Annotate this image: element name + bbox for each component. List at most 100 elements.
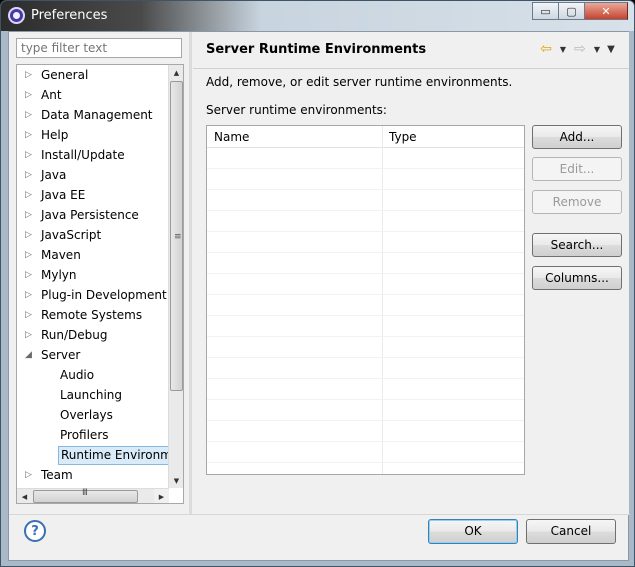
collapsed-arrow-icon[interactable]: ▷ [25,245,35,265]
collapsed-arrow-icon[interactable]: ▷ [25,165,35,185]
add-button[interactable]: Add... [532,125,622,149]
forward-history-dropdown-icon[interactable]: ▼ [591,45,603,54]
page-navigation: ⇦ ▼ ⇨ ▼ ▼ [537,41,617,57]
runtime-environments-table[interactable]: Name Type [206,125,525,475]
minimize-button[interactable]: ▭ [532,2,558,20]
tree-item[interactable]: Audio [17,365,169,385]
tree-item-label: Java EE [41,188,86,202]
column-header-type[interactable]: Type [389,130,417,144]
table-row[interactable] [207,358,524,379]
cancel-button[interactable]: Cancel [526,519,616,544]
table-row[interactable] [207,148,524,169]
table-row[interactable] [207,295,524,316]
tree-item[interactable]: ▷ Plug-in Development [17,285,169,305]
tree-item[interactable]: ▷ Java [17,165,169,185]
remove-button[interactable]: Remove [532,190,622,214]
collapsed-arrow-icon[interactable]: ▷ [25,265,35,285]
collapsed-arrow-icon[interactable]: ▷ [25,125,35,145]
tree-item[interactable]: ▷ JavaScript [17,225,169,245]
back-arrow-icon[interactable]: ⇦ [537,41,555,57]
column-header-name[interactable]: Name [214,130,249,144]
scroll-right-arrow-icon[interactable]: ▶ [154,489,169,503]
tree-item[interactable]: Profilers [17,425,169,445]
tree-item[interactable]: ▷ Team [17,465,169,485]
table-row[interactable] [207,211,524,232]
table-row[interactable] [207,400,524,421]
forward-arrow-icon[interactable]: ⇨ [571,41,589,57]
scroll-down-arrow-icon[interactable]: ▼ [169,473,183,488]
table-row[interactable] [207,337,524,358]
tree-item-label: Ant [41,88,62,102]
tree-horizontal-scrollbar[interactable]: ◀ III ▶ [17,488,169,503]
tree-item-label: Data Management [41,108,153,122]
window-title: Preferences [31,8,108,23]
expanded-arrow-icon[interactable]: ◢ [25,345,35,365]
vertical-scroll-thumb[interactable]: ≡ [170,81,183,391]
tree-item[interactable]: ▷ Maven [17,245,169,265]
collapsed-arrow-icon[interactable]: ▷ [25,145,35,165]
tree-item[interactable]: ▷ Java Persistence [17,205,169,225]
tree-item[interactable]: ◢ Server [17,345,169,365]
tree-vertical-scrollbar[interactable]: ▲ ≡ ▼ [168,65,183,488]
tree-item[interactable]: ▷ Help [17,125,169,145]
search-button[interactable]: Search... [532,233,622,257]
tree-item-label: Run/Debug [41,328,108,342]
columns-button[interactable]: Columns... [532,266,622,290]
table-rows [207,148,524,463]
view-menu-icon[interactable]: ▼ [605,44,617,55]
footer-separator [9,514,630,515]
tree-item-label: Profilers [60,428,109,442]
tree-item[interactable]: Launching [17,385,169,405]
collapsed-arrow-icon[interactable]: ▷ [25,205,35,225]
table-row[interactable] [207,232,524,253]
collapsed-arrow-icon[interactable]: ▷ [25,185,35,205]
help-icon[interactable]: ? [24,520,46,542]
page-title: Server Runtime Environments [206,42,427,57]
table-row[interactable] [207,169,524,190]
table-row[interactable] [207,190,524,211]
pane-sash[interactable] [189,32,192,514]
table-row[interactable] [207,442,524,463]
maximize-button[interactable]: ▢ [558,2,584,20]
tree-item-label: Team [41,468,73,482]
collapsed-arrow-icon[interactable]: ▷ [25,305,35,325]
table-row[interactable] [207,316,524,337]
tree-item[interactable]: ▷ Install/Update [17,145,169,165]
collapsed-arrow-icon[interactable]: ▷ [25,285,35,305]
table-row[interactable] [207,253,524,274]
scroll-left-arrow-icon[interactable]: ◀ [17,489,32,503]
tree-item[interactable]: ▷ General [17,65,169,85]
tree-item-label: Remote Systems [41,308,143,322]
table-row[interactable] [207,421,524,442]
ok-button[interactable]: OK [428,519,518,544]
collapsed-arrow-icon[interactable]: ▷ [25,225,35,245]
title-bar[interactable]: Preferences ▭ ▢ ✕ [1,1,634,31]
back-history-dropdown-icon[interactable]: ▼ [557,45,569,54]
tree-item[interactable]: ▷ Remote Systems [17,305,169,325]
collapsed-arrow-icon[interactable]: ▷ [25,325,35,345]
tree-item-label: Runtime Environments [58,446,169,465]
table-row[interactable] [207,379,524,400]
scroll-up-arrow-icon[interactable]: ▲ [169,65,183,80]
collapsed-arrow-icon[interactable]: ▷ [25,465,35,485]
table-row[interactable] [207,274,524,295]
close-button[interactable]: ✕ [584,2,628,20]
tree-item-selected[interactable]: Runtime Environments [17,445,169,465]
filter-input[interactable] [16,38,182,58]
tree-item[interactable]: Overlays [17,405,169,425]
tree-item-label: Mylyn [41,268,77,282]
tree-item-label: Java Persistence [41,208,139,222]
tree-item-label: Java [41,168,67,182]
tree-item[interactable]: ▷ Ant [17,85,169,105]
edit-button[interactable]: Edit... [532,157,622,181]
horizontal-scroll-thumb[interactable]: III [33,488,138,503]
collapsed-arrow-icon[interactable]: ▷ [25,85,35,105]
tree-item-label: JavaScript [41,228,102,242]
tree-item[interactable]: ▷ Run/Debug [17,325,169,345]
tree-item[interactable]: ▷ Java EE [17,185,169,205]
tree-item[interactable]: ▷ Data Management [17,105,169,125]
collapsed-arrow-icon[interactable]: ▷ [25,105,35,125]
collapsed-arrow-icon[interactable]: ▷ [25,65,35,85]
page-description: Add, remove, or edit server runtime envi… [206,75,513,89]
tree-item[interactable]: ▷ Mylyn [17,265,169,285]
